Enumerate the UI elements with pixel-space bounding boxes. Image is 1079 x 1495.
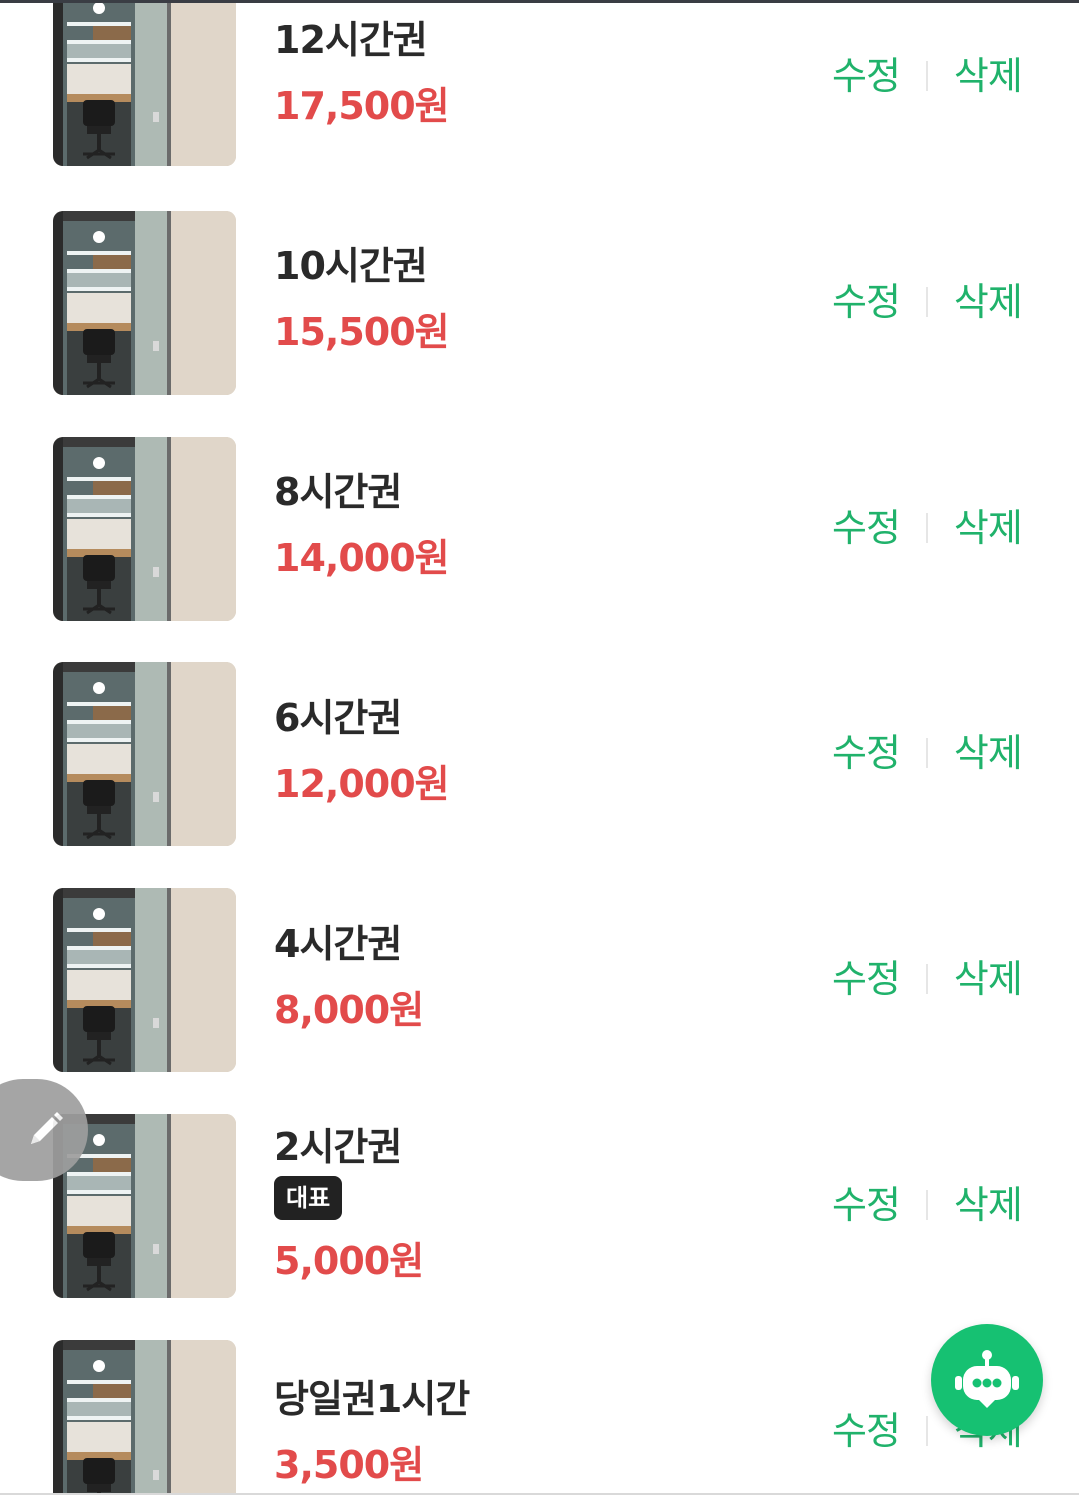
delete-button[interactable]: 삭제: [954, 1180, 1023, 1230]
item-actions: 수정 삭제: [832, 954, 1052, 1004]
product-name: 10시간권: [274, 244, 428, 288]
robot-icon: [955, 1350, 1019, 1408]
list-item: 당일권1시간 3,500원 수정 삭제: [0, 1340, 1079, 1495]
product-price: 12,000원: [274, 762, 450, 806]
product-info: 12시간권 17,500원: [274, 17, 450, 129]
product-name: 8시간권: [274, 470, 402, 514]
product-thumbnail[interactable]: [53, 662, 236, 846]
delete-button[interactable]: 삭제: [954, 277, 1023, 327]
item-actions: 수정 삭제: [832, 503, 1052, 553]
product-price: 14,000원: [274, 536, 450, 580]
product-info: 6시간권 12,000원: [274, 695, 450, 807]
chatbot-button[interactable]: [931, 1324, 1043, 1436]
product-price: 8,000원: [274, 988, 424, 1032]
divider: [925, 1416, 928, 1446]
item-actions: 수정 삭제: [832, 1180, 1052, 1230]
product-price: 5,000원: [274, 1239, 424, 1283]
list-item: 4시간권 8,000원 수정 삭제: [0, 888, 1079, 1074]
product-thumbnail[interactable]: [53, 888, 236, 1072]
product-thumbnail[interactable]: [53, 211, 236, 395]
list-item: 10시간권 15,500원 수정 삭제: [0, 211, 1079, 397]
list-item: 6시간권 12,000원 수정 삭제: [0, 662, 1079, 848]
delete-button[interactable]: 삭제: [954, 728, 1023, 778]
product-name: 6시간권: [274, 696, 402, 740]
delete-button[interactable]: 삭제: [954, 954, 1023, 1004]
edit-button[interactable]: 수정: [832, 277, 901, 327]
item-actions: 수정 삭제: [832, 51, 1052, 101]
product-info: 당일권1시간 3,500원: [274, 1376, 470, 1488]
product-info: 8시간권 14,000원: [274, 469, 450, 581]
product-thumbnail[interactable]: [53, 1340, 236, 1495]
divider: [925, 513, 928, 543]
divider: [925, 61, 928, 91]
list-item: 8시간권 14,000원 수정 삭제: [0, 437, 1079, 623]
edit-button[interactable]: 수정: [832, 954, 901, 1004]
edit-button[interactable]: 수정: [832, 728, 901, 778]
item-actions: 수정 삭제: [832, 728, 1052, 778]
delete-button[interactable]: 삭제: [954, 503, 1023, 553]
product-list-page: 12시간권 17,500원 수정 삭제 10시간권 15,500원 수정 삭제 …: [0, 0, 1079, 1495]
product-name: 2시간권: [274, 1125, 402, 1169]
delete-button[interactable]: 삭제: [954, 51, 1023, 101]
pencil-icon: [31, 1112, 63, 1144]
edit-button[interactable]: 수정: [832, 51, 901, 101]
product-info: 2시간권 대표 5,000원: [274, 1124, 424, 1284]
product-price: 15,500원: [274, 310, 450, 354]
product-thumbnail[interactable]: [53, 437, 236, 621]
divider: [925, 1190, 928, 1220]
edit-button[interactable]: 수정: [832, 1180, 901, 1230]
representative-badge: 대표: [274, 1176, 343, 1220]
list-item: 12시간권 17,500원 수정 삭제: [0, 3, 1079, 168]
divider: [925, 287, 928, 317]
product-name: 12시간권: [274, 18, 428, 62]
product-name: 당일권1시간: [274, 1377, 470, 1421]
edit-button[interactable]: 수정: [832, 503, 901, 553]
product-price: 17,500원: [274, 84, 450, 128]
item-actions: 수정 삭제: [832, 277, 1052, 327]
product-info: 10시간권 15,500원: [274, 243, 450, 355]
product-name: 4시간권: [274, 922, 402, 966]
divider: [925, 964, 928, 994]
product-price: 3,500원: [274, 1443, 424, 1487]
edit-button[interactable]: 수정: [832, 1406, 901, 1456]
product-info: 4시간권 8,000원: [274, 921, 424, 1033]
list-item: 2시간권 대표 5,000원 수정 삭제: [0, 1114, 1079, 1300]
product-thumbnail[interactable]: [53, 3, 236, 166]
divider: [925, 738, 928, 768]
